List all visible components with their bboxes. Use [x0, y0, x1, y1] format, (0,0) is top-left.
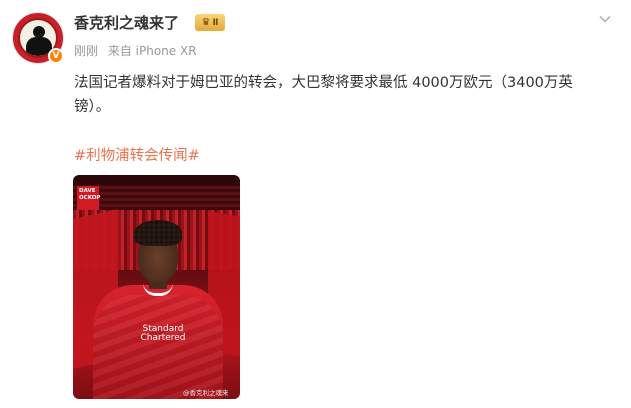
sponsor-logo: Standard Chartered [140, 324, 186, 343]
crown-icon: ♛ [201, 17, 211, 28]
verified-v-icon: V [48, 48, 64, 64]
chevron-down-icon[interactable] [598, 12, 612, 26]
post-text: 法国记者爆料对于姆巴亚的转会，大巴黎将要求最低 4000万欧元（3400万英镑）… [74, 75, 573, 115]
image-watermark: @香克利之魂来 [183, 389, 229, 397]
post-meta: 刚刚 来自 iPhone XR [74, 43, 197, 59]
username[interactable]: 香克利之魂来了 [74, 13, 179, 33]
badge-level: Ⅱ [212, 17, 219, 28]
member-badge[interactable]: ♛ Ⅱ [195, 14, 225, 31]
hashtag-link[interactable]: #利物浦转会传闻# [74, 144, 200, 168]
corner-tag: DAVE OCKOP [77, 186, 100, 210]
player-hair [134, 220, 182, 246]
post-timestamp[interactable]: 刚刚 [74, 44, 98, 58]
post-image[interactable]: Standard Chartered DAVE OCKOP @香克利之魂来 [73, 175, 240, 399]
post-source: 来自 iPhone XR [107, 44, 197, 58]
shirt-pattern [93, 295, 223, 399]
